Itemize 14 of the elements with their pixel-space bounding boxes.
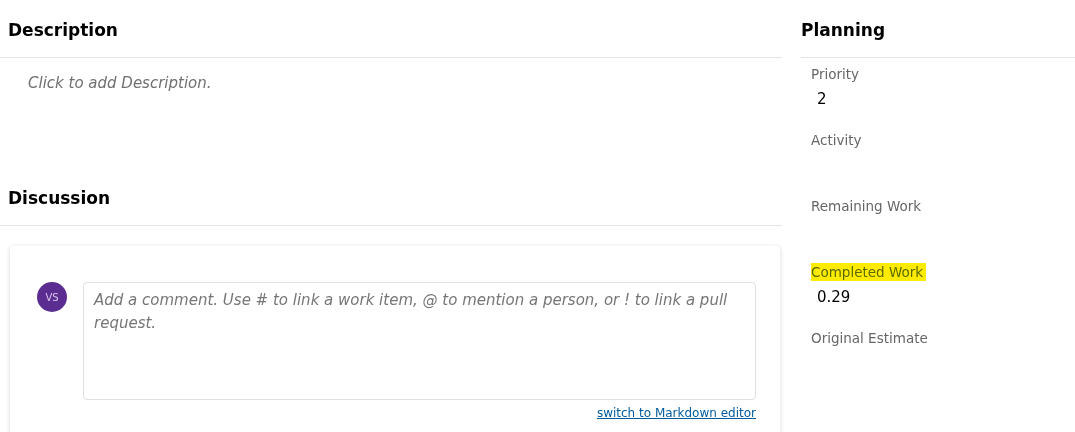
field-label: Completed Work [811,263,927,281]
comment-field[interactable]: Add a comment. Use # to link a work item, @ to mention a person, or ! to link a pull request. [83,282,756,400]
field-label: Original Estimate [811,329,929,347]
section-heading: Discussion [7,187,112,210]
section-heading: Planning [801,19,887,42]
section-heading: Description [7,19,119,42]
field-value[interactable]: 0.29 [811,282,1057,322]
field-label: Activity [811,131,863,149]
field-value[interactable]: 2 [811,84,1057,124]
field-label: Priority [811,65,861,83]
description-placeholder[interactable]: Click to add Description. [28,74,782,168]
field-label: Remaining Work [811,197,923,215]
markdown-editor-link[interactable]: switch to Markdown editor [596,406,756,420]
avatar: VS [37,282,67,312]
